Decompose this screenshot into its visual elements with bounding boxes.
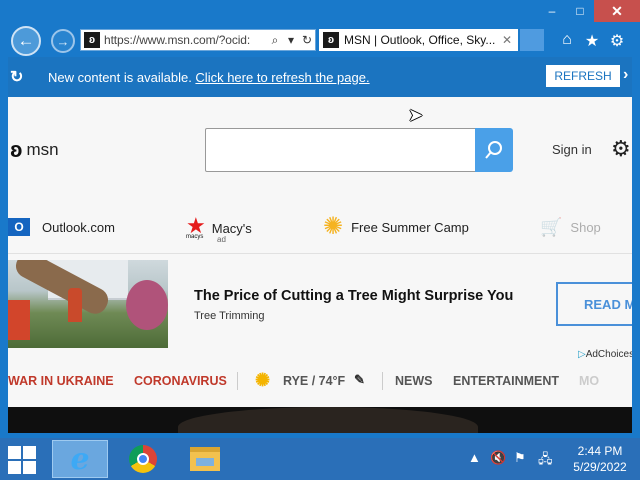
refresh-notice-icon: ↻: [10, 69, 24, 86]
divider: [237, 372, 238, 390]
msn-logo-text: msn: [26, 140, 59, 159]
window-controls: ‒ □ ✕: [538, 0, 640, 24]
adchoices-icon: ▷: [578, 349, 586, 360]
bush-shape: [126, 280, 168, 330]
forward-arrow-icon: →: [56, 33, 70, 49]
tools-gear-icon[interactable]: ⚙: [607, 31, 627, 51]
back-button[interactable]: ←: [11, 26, 41, 56]
address-dropdown-icon[interactable]: ▾: [283, 33, 299, 47]
windows-logo-icon: [8, 446, 21, 459]
refresh-link[interactable]: Click here to refresh the page.: [195, 70, 369, 85]
chrome-icon: [129, 445, 157, 473]
start-button[interactable]: [8, 446, 40, 474]
folder-icon: [190, 447, 220, 471]
msn-butterfly-icon: ʚ: [10, 137, 23, 162]
taskbar: e ▲ 🔇 ⚑ 🖧 2:44 PM 5/29/2022: [0, 438, 640, 480]
tab-favicon-icon: ʚ: [323, 32, 339, 48]
person-shape: [68, 288, 82, 322]
settings-gear-icon[interactable]: ⚙: [611, 136, 631, 162]
macys-brand-logo: macys: [186, 234, 204, 240]
page-content: ↻ New content is available. Click here t…: [8, 57, 632, 433]
taskbar-internet-explorer[interactable]: e: [52, 440, 108, 478]
new-tab-button[interactable]: [520, 29, 544, 51]
ad-label: ad: [217, 235, 226, 244]
show-hidden-icons-chevron-icon[interactable]: ▲: [468, 450, 481, 465]
clock-date: 5/29/2022: [573, 460, 627, 474]
divider: [8, 253, 632, 254]
search-input[interactable]: [205, 128, 511, 172]
ad-sponsor: Tree Trimming: [194, 310, 265, 322]
nav-more[interactable]: MO: [579, 374, 599, 388]
action-center-flag-icon[interactable]: ⚑: [514, 450, 526, 466]
refresh-icon[interactable]: ↻: [299, 33, 315, 47]
notice-text: New content is available.: [48, 70, 196, 85]
outlook-icon: O: [8, 218, 30, 236]
chevron-right-icon[interactable]: ›: [623, 66, 628, 84]
cart-icon: 🛒: [540, 217, 563, 237]
navigation-bar: ← → ʚ https://www.msn.com/?ocid: ⌕ ▾ ↻ ʚ…: [0, 24, 640, 56]
close-window-button[interactable]: ✕: [594, 0, 640, 22]
topic-bar: WAR IN UKRAINE CORONAVIRUS ✺ RYE / 74°F …: [8, 369, 632, 393]
taskbar-file-explorer[interactable]: [177, 440, 233, 478]
minimize-button[interactable]: ‒: [538, 0, 566, 22]
adchoices-link[interactable]: ▷AdChoices: [578, 349, 632, 360]
network-icon[interactable]: 🖧: [538, 450, 553, 472]
tab-title: MSN | Outlook, Office, Sky...: [344, 33, 496, 47]
quick-link-label: Free Summer Camp: [351, 219, 469, 235]
tab-msn[interactable]: ʚ MSN | Outlook, Office, Sky... ✕: [319, 29, 518, 51]
divider: [382, 372, 383, 390]
quick-link-label: Shop: [570, 220, 601, 235]
forward-button[interactable]: →: [51, 29, 75, 53]
msn-favicon-icon: ʚ: [84, 32, 100, 48]
weather-location[interactable]: RYE / 74°F: [283, 374, 345, 388]
refresh-notice-bar: ↻ New content is available. Click here t…: [8, 57, 632, 97]
search-button[interactable]: [475, 128, 513, 172]
quick-link-summer-camp[interactable]: ✺ Free Summer Camp: [323, 215, 469, 239]
nav-news[interactable]: NEWS: [395, 374, 433, 388]
ad-image-tree-cutting[interactable]: [8, 260, 168, 348]
refresh-button[interactable]: REFRESH: [546, 65, 620, 87]
msn-logo[interactable]: ʚ msn: [10, 137, 59, 163]
weather-sun-icon: ✺: [255, 370, 271, 390]
home-icon[interactable]: ⌂: [557, 31, 577, 49]
edit-pencil-icon[interactable]: ✎: [354, 372, 365, 388]
tab-close-icon[interactable]: ✕: [502, 33, 518, 47]
windows-logo-icon: [8, 461, 21, 474]
quick-link-shop[interactable]: 🛒 Shop: [540, 217, 601, 238]
windows-logo-icon: [23, 461, 36, 474]
quick-link-outlook[interactable]: O Outlook.com: [8, 218, 115, 236]
machine-shape: [8, 300, 30, 340]
sign-in-link[interactable]: Sign in: [552, 142, 592, 157]
maximize-button[interactable]: □: [566, 0, 594, 22]
quick-link-label: Macy's: [211, 220, 252, 236]
clock-time: 2:44 PM: [577, 444, 623, 458]
volume-muted-icon[interactable]: 🔇: [490, 450, 506, 466]
internet-explorer-icon: e: [70, 441, 90, 477]
address-bar[interactable]: ʚ https://www.msn.com/?ocid: ⌕ ▾ ↻: [80, 29, 316, 51]
taskbar-chrome[interactable]: [115, 440, 171, 478]
system-clock[interactable]: 2:44 PM 5/29/2022: [570, 443, 630, 475]
read-more-button[interactable]: READ M: [556, 282, 632, 326]
nav-entertainment[interactable]: ENTERTAINMENT: [453, 374, 559, 388]
hero-image-shape: [178, 407, 478, 433]
favorites-star-icon[interactable]: ★: [582, 31, 602, 51]
windows-logo-icon: [23, 446, 36, 459]
mouse-cursor-icon: ➤: [408, 105, 424, 125]
adchoices-label: AdChoices: [585, 349, 632, 360]
notice-message: New content is available. Click here to …: [48, 70, 370, 85]
ad-headline[interactable]: The Price of Cutting a Tree Might Surpri…: [194, 288, 513, 304]
browser-window: ‒ □ ✕ ← → ʚ https://www.msn.com/?ocid: ⌕…: [0, 0, 640, 438]
address-search-icon[interactable]: ⌕: [267, 33, 283, 48]
back-arrow-icon: ←: [17, 31, 35, 50]
quick-link-label: Outlook.com: [42, 219, 115, 235]
sun-icon: ✺: [323, 213, 344, 240]
topic-war-in-ukraine[interactable]: WAR IN UKRAINE: [8, 374, 114, 388]
quick-links: O Outlook.com ★ Macy's ✺ Free Summer Cam…: [8, 215, 632, 239]
search-icon: [485, 141, 502, 159]
hero-image[interactable]: [8, 407, 632, 433]
topic-coronavirus[interactable]: CORONAVIRUS: [134, 374, 227, 388]
address-url[interactable]: https://www.msn.com/?ocid:: [104, 33, 267, 47]
